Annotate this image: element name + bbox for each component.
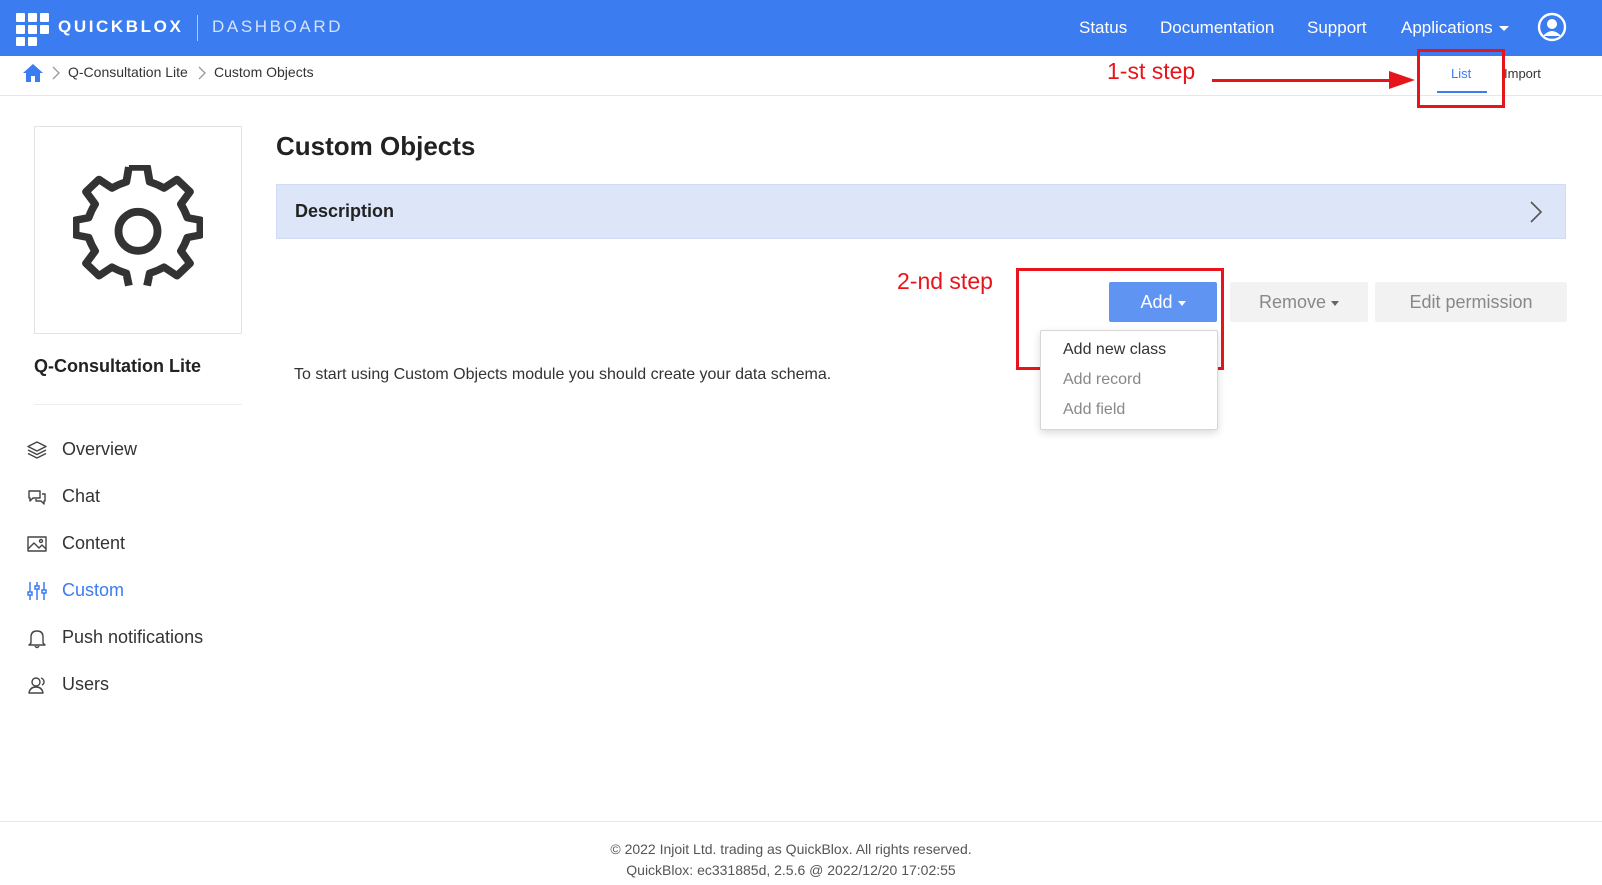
- breadcrumb-bar: Q-Consultation Lite Custom Objects List …: [0, 56, 1602, 96]
- chevron-right-icon: [52, 66, 60, 80]
- remove-dropdown-button[interactable]: Remove: [1230, 282, 1368, 322]
- brand-divider: [197, 15, 198, 41]
- nav-support-link[interactable]: Support: [1307, 18, 1367, 38]
- sidebar-item-label: Content: [62, 533, 126, 553]
- footer-divider: [0, 821, 1602, 822]
- chat-bubbles-icon: [28, 490, 46, 505]
- home-icon[interactable]: [22, 62, 44, 84]
- sidebar-item-custom[interactable]: Custom: [26, 576, 256, 606]
- breadcrumb-item-current: Custom Objects: [214, 64, 314, 80]
- footer-version: QuickBlox: ec331885d, 2.5.6 @ 2022/12/20…: [626, 862, 956, 878]
- sidebar-item-chat[interactable]: Chat: [26, 482, 256, 512]
- add-dropdown-button[interactable]: Add: [1109, 282, 1217, 322]
- page-title: Custom Objects: [276, 131, 476, 161]
- bell-icon: [28, 630, 46, 649]
- layers-icon: [27, 441, 47, 459]
- tab-import[interactable]: Import: [1504, 66, 1541, 81]
- breadcrumb-item-app[interactable]: Q-Consultation Lite: [68, 64, 188, 80]
- nav-documentation-link[interactable]: Documentation: [1160, 18, 1274, 38]
- sidebar-item-overview[interactable]: Overview: [26, 435, 256, 465]
- add-button-label: Add: [1140, 292, 1173, 312]
- sidebar-item-label: Push notifications: [62, 627, 204, 647]
- menu-item-add-record[interactable]: Add record: [1063, 371, 1141, 389]
- chevron-right-icon: [1530, 201, 1543, 223]
- top-navigation-bar: QUICKBLOX DASHBOARD Status Documentation…: [0, 0, 1602, 56]
- sidebar-divider: [34, 404, 242, 405]
- users-icon: [28, 677, 45, 694]
- add-dropdown-menu: Add new class Add record Add field: [1040, 330, 1218, 430]
- nav-applications-label: Applications: [1401, 18, 1493, 37]
- brand-name[interactable]: QUICKBLOX: [58, 17, 183, 37]
- sidebar-item-push-notifications[interactable]: Push notifications: [26, 623, 256, 653]
- caret-down-icon: [1177, 300, 1186, 306]
- sliders-icon: [27, 582, 47, 600]
- caret-down-icon: [1498, 26, 1509, 32]
- edit-permission-button[interactable]: Edit permission: [1375, 282, 1567, 322]
- caret-down-icon: [1331, 300, 1340, 306]
- footer-copyright: © 2022 Injoit Ltd. trading as QuickBlox.…: [610, 841, 972, 857]
- chevron-right-icon: [198, 66, 206, 80]
- annotation-arrow: [1212, 79, 1392, 82]
- nav-status-link[interactable]: Status: [1079, 18, 1127, 38]
- annotation-arrowhead: [1389, 71, 1415, 89]
- sidebar-item-label: Chat: [62, 486, 101, 506]
- sidebar-item-users[interactable]: Users: [26, 670, 256, 700]
- annotation-step1-label: 1-st step: [1107, 58, 1196, 84]
- empty-state-hint: To start using Custom Objects module you…: [294, 366, 832, 383]
- nav-applications-dropdown[interactable]: Applications: [1401, 18, 1509, 38]
- app-icon-card: [34, 126, 242, 334]
- app-name: Q-Consultation Lite: [34, 356, 201, 376]
- sidebar-item-content[interactable]: Content: [26, 529, 256, 559]
- sidebar-item-label: Users: [62, 674, 110, 694]
- sidebar-item-label: Custom: [62, 580, 125, 600]
- remove-button-label: Remove: [1258, 292, 1327, 312]
- gear-icon: [73, 165, 203, 287]
- sidebar-item-label: Overview: [62, 439, 138, 459]
- brand-subtitle: DASHBOARD: [212, 17, 344, 36]
- user-avatar-icon[interactable]: [1537, 12, 1567, 42]
- menu-item-add-new-class[interactable]: Add new class: [1063, 341, 1166, 359]
- image-icon: [27, 536, 47, 552]
- description-panel-label: Description: [295, 201, 395, 221]
- grid-logo-icon[interactable]: [16, 13, 50, 47]
- annotation-box-step1: [1417, 49, 1505, 108]
- description-panel[interactable]: Description: [276, 184, 1566, 239]
- annotation-step2-label: 2-nd step: [897, 268, 993, 294]
- menu-item-add-field[interactable]: Add field: [1063, 401, 1125, 419]
